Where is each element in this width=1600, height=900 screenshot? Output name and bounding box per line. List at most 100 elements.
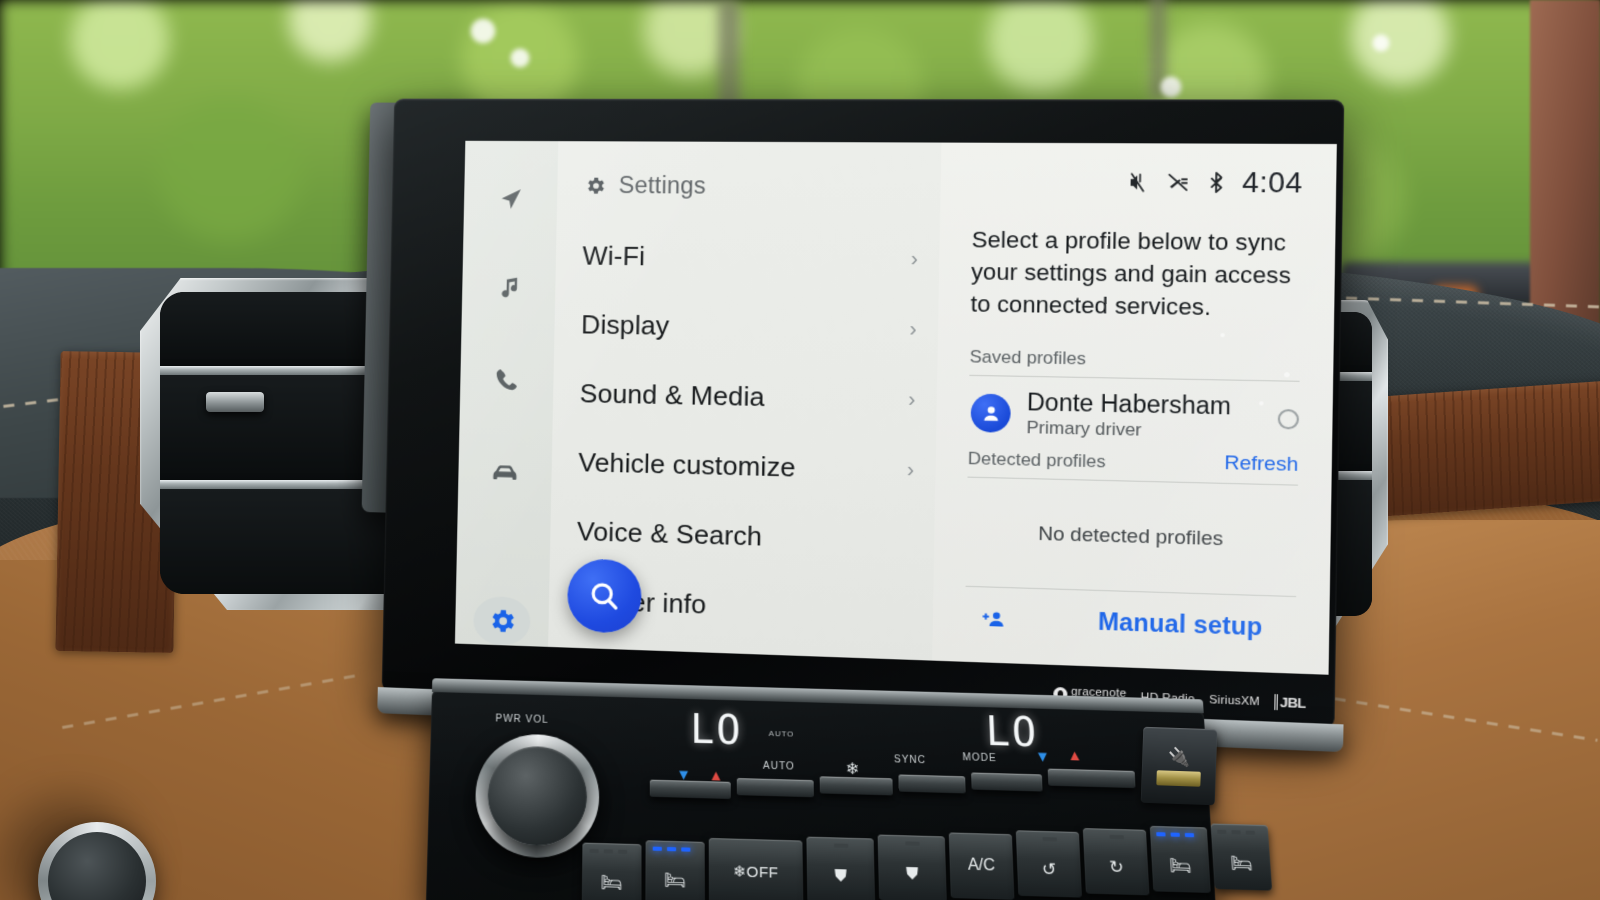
status-bar: 4:04 <box>972 143 1303 222</box>
profile-radio-button[interactable] <box>1277 408 1300 430</box>
music-note-icon <box>501 277 518 298</box>
navigation-arrow-icon <box>501 188 521 209</box>
mode-rocker[interactable] <box>971 772 1043 792</box>
menu-item-label: Wi-Fi <box>582 239 646 271</box>
profile-name: Donte Habersham <box>1026 388 1232 420</box>
air-recirculate-button[interactable]: ↺ <box>1015 830 1082 898</box>
sidebar-item-navigation[interactable] <box>482 175 540 223</box>
ac-button[interactable]: A/C <box>948 832 1015 900</box>
sync-rocker-label: SYNC <box>893 754 927 767</box>
brand-jbl: JBL <box>1274 694 1306 712</box>
panel-description: Select a profile below to sync your sett… <box>970 226 1292 321</box>
mode-rocker-label: MODE <box>962 752 998 765</box>
brand-label: SiriusXM <box>1209 693 1260 708</box>
usb-port[interactable]: 🔌 <box>1140 726 1218 806</box>
passenger-temp-down-arrow[interactable]: ▼ <box>1035 748 1051 765</box>
profile-role: Primary driver <box>1026 417 1142 440</box>
seat-cooler-right-button[interactable]: 🛏 <box>1149 825 1211 893</box>
rear-defrost-button[interactable]: ⛊ <box>877 834 947 900</box>
screen-dust <box>1220 332 1225 338</box>
bokeh-light <box>510 48 530 68</box>
phone-icon <box>496 369 518 391</box>
fan-rocker[interactable] <box>819 776 893 796</box>
profile-text: Donte Habersham Primary driver <box>1026 388 1231 444</box>
menu-item-label: Voice & Search <box>576 515 763 552</box>
fan-off-button[interactable]: ❄OFF <box>708 837 804 900</box>
sidebar-item-vehicle[interactable] <box>476 447 534 496</box>
passenger-temp-display: LO <box>984 709 1040 757</box>
page-title: Settings <box>618 171 707 199</box>
usb-icon: 🔌 <box>1167 746 1191 767</box>
climate-control-panel[interactable]: PWR VOL LO AUTO LO AUTO ❄ SYNC MODE ▼ ▲ … <box>425 678 1273 900</box>
infotainment-head-unit[interactable]: Settings Wi-Fi › Display › Sound & Media… <box>361 98 1345 753</box>
detected-profiles-label: Detected profiles <box>967 448 1106 472</box>
brand-siriusxm: SiriusXM <box>1209 693 1260 708</box>
chevron-right-icon: › <box>910 247 919 270</box>
menu-item-display[interactable]: Display › <box>554 290 939 365</box>
manual-setup-button[interactable]: Manual setup <box>1098 608 1263 642</box>
menu-header: Settings <box>557 141 941 201</box>
refresh-button[interactable]: Refresh <box>1224 452 1298 477</box>
seat-cooler-left-button[interactable]: 🛏 <box>645 840 705 900</box>
chevron-right-icon: › <box>908 387 916 411</box>
fan-off-label: ❄OFF <box>733 863 779 882</box>
passenger-temp-up-arrow[interactable]: ▲ <box>1067 747 1083 764</box>
car-interior-scene: Settings Wi-Fi › Display › Sound & Media… <box>0 0 1600 900</box>
manual-setup-row[interactable]: Manual setup <box>965 587 1296 643</box>
settings-menu-column[interactable]: Settings Wi-Fi › Display › Sound & Media… <box>548 141 942 661</box>
sidebar-item-phone[interactable] <box>478 355 536 404</box>
app-rail[interactable] <box>454 140 559 647</box>
seat-heater-right-button[interactable]: 🛏 <box>1210 823 1273 891</box>
menu-item-vehicle-customize[interactable]: Vehicle customize › <box>551 427 936 506</box>
air-fresh-icon: ↻ <box>1108 857 1125 878</box>
seat-heater-right-icon: 🛏 <box>1230 853 1254 874</box>
bokeh-light <box>1372 34 1390 52</box>
usb-slot <box>1156 769 1201 787</box>
front-defrost-icon: ⛊ <box>834 867 848 885</box>
detected-profiles-header: Detected profiles Refresh <box>968 446 1299 477</box>
sidebar-item-settings[interactable] <box>473 596 531 647</box>
front-defrost-button[interactable]: ⛊ <box>806 836 876 900</box>
air-fresh-button[interactable]: ↻ <box>1082 828 1150 896</box>
sync-rocker[interactable] <box>898 774 966 794</box>
no-detected-profiles-text: No detected profiles <box>1038 523 1224 551</box>
clock: 4:04 <box>1241 166 1303 199</box>
driver-temp-display: LO <box>690 706 743 755</box>
screen-bezel: Settings Wi-Fi › Display › Sound & Media… <box>381 98 1345 729</box>
passenger-temp-rocker[interactable] <box>1047 768 1136 789</box>
gear-icon <box>492 609 515 633</box>
auto-rocker[interactable] <box>736 778 814 798</box>
profile-panel: 4:04 Select a profile below to sync your… <box>932 142 1337 675</box>
ac-label: A/C <box>967 856 996 875</box>
rear-defrost-icon: ⛊ <box>905 864 919 883</box>
air-recirculate-icon: ↺ <box>1041 859 1057 880</box>
infotainment-screen[interactable]: Settings Wi-Fi › Display › Sound & Media… <box>454 140 1337 675</box>
voice-off-icon <box>1166 171 1192 193</box>
screen-dust <box>1284 372 1290 378</box>
bluetooth-icon <box>1208 171 1226 194</box>
pwr-vol-label: PWR VOL <box>495 713 549 726</box>
gear-icon <box>588 177 605 194</box>
seat-heater-left-button[interactable]: 🛏 <box>581 842 642 900</box>
vent-direction-knob[interactable] <box>206 392 264 412</box>
menu-item-wifi[interactable]: Wi-Fi › <box>555 221 940 295</box>
menu-item-label: Sound & Media <box>579 377 766 412</box>
saved-profiles-label: Saved profiles <box>969 346 1087 369</box>
chevron-right-icon: › <box>906 458 915 482</box>
chevron-right-icon: › <box>909 317 917 341</box>
a-pillar <box>1530 0 1600 330</box>
car-icon <box>493 465 517 480</box>
person-icon <box>983 406 998 421</box>
profile-list-item[interactable]: Donte Habersham Primary driver <box>968 376 1300 446</box>
auto-rocker-label: AUTO <box>762 760 795 773</box>
bokeh-light <box>1160 76 1182 98</box>
seat-cooler-right-icon: 🛏 <box>1168 855 1193 877</box>
search-icon <box>587 578 623 614</box>
driver-temp-rocker[interactable] <box>649 779 731 799</box>
person-add-icon <box>980 607 1004 627</box>
sidebar-item-media[interactable] <box>480 265 538 314</box>
volume-mute-icon <box>1127 171 1150 193</box>
brand-label: JBL <box>1279 694 1306 712</box>
menu-item-sound-media[interactable]: Sound & Media › <box>553 358 938 435</box>
screen-dust <box>1259 401 1264 406</box>
